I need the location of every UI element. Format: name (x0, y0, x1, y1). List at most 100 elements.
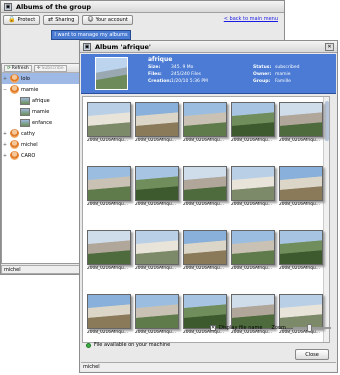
tree-item-afrique[interactable]: afrique (2, 95, 79, 106)
photo-grid: 2008_0216Afriqu... 2008_0216Afriqu... 2008… (82, 96, 330, 343)
tree-item-mamie[interactable]: − mamie (2, 84, 79, 95)
creation-label: Creation: (148, 79, 172, 84)
photo-image (135, 166, 179, 201)
close-icon[interactable]: ✕ (325, 43, 334, 51)
protect-button[interactable]: 🔒 Protect (3, 15, 41, 25)
refresh-button[interactable]: ⟳ Refresh (4, 64, 32, 72)
albums-window-title: Albums of the group (16, 2, 92, 11)
tree-item-label: CARO (21, 152, 36, 159)
photo-image (87, 230, 131, 265)
photo-image (231, 230, 275, 265)
photo-image (87, 166, 131, 201)
file-available-text: File available on your machine (94, 342, 171, 348)
photo-thumbnail[interactable]: 2008_0216Afriqu... (135, 102, 181, 143)
expand-toggle-icon[interactable]: + (2, 76, 8, 82)
user-icon (10, 74, 19, 83)
manage-albums-button[interactable]: I want to manage my albums (51, 30, 131, 40)
expand-toggle-icon[interactable]: + (2, 153, 8, 159)
window-app-icon: ▣ (4, 2, 12, 11)
owner-value: mamie (275, 72, 291, 77)
tree-item-label: afrique (32, 97, 50, 104)
photo-thumbnail[interactable]: 2008_0216Afriqu... (87, 294, 133, 335)
refresh-icon: ⟳ (7, 65, 11, 71)
album-cover-image (95, 57, 128, 90)
group-label: Group: (253, 79, 271, 84)
albums-window-titlebar[interactable]: ▣ Albums of the group (1, 1, 284, 13)
photo-file-name: 2008_0216Afriqu... (135, 266, 176, 271)
tree-item-label: cathy (21, 130, 35, 137)
photo-thumbnail[interactable]: 2008_0216Afriqu... (231, 102, 277, 143)
share-icon: ⇄ (48, 16, 54, 23)
creation-value: 1/20/10 5:36 PM (171, 79, 208, 84)
expand-toggle-icon[interactable]: + (2, 142, 8, 148)
photo-image (87, 294, 131, 329)
photo-image (183, 230, 227, 265)
subscribe-button[interactable]: ✚ Subscribe (33, 64, 67, 72)
user-icon (10, 129, 19, 138)
photo-image (231, 102, 275, 137)
lock-icon: 🔒 (8, 16, 16, 23)
photo-thumbnail[interactable]: 2008_0216Afriqu... (183, 166, 229, 207)
tree-item-label: enfance (32, 119, 53, 126)
photo-thumbnail[interactable]: 2008_0216Afriqu... (279, 102, 325, 143)
album-status-bar: michel (81, 362, 336, 371)
sharing-button[interactable]: ⇄ Sharing (43, 15, 80, 25)
photo-thumbnail[interactable]: 2008_0216Afriqu... (135, 230, 181, 271)
user-icon (10, 151, 19, 160)
tree-item-lolo[interactable]: + lolo (2, 73, 79, 84)
tree-item-cathy[interactable]: + cathy (2, 128, 79, 139)
status-value: subscribed (275, 65, 300, 70)
back-to-main-menu-link[interactable]: < back to main menu (224, 16, 278, 22)
photo-image (87, 102, 131, 137)
your-account-button[interactable]: ☺ Your account (82, 15, 133, 25)
photo-file-name: 2008_0216Afriqu... (135, 138, 176, 143)
photo-thumbnail[interactable]: 2008_0216Afriqu... (231, 230, 277, 271)
tree-item-label: michel (21, 141, 38, 148)
photo-file-name: 2008_0216Afriqu... (279, 138, 320, 143)
expand-toggle-icon[interactable]: + (2, 131, 8, 137)
zoom-slider[interactable] (292, 324, 331, 332)
subscribe-icon: ✚ (36, 65, 41, 71)
photo-thumbnail[interactable]: 2008_0216Afriqu... (135, 294, 181, 335)
photo-thumbnail[interactable]: 2008_0216Afriqu... (87, 102, 133, 143)
expand-toggle-icon[interactable]: − (2, 87, 8, 93)
photo-thumbnail[interactable]: 2008_0216Afriqu... (231, 166, 277, 207)
display-file-name-label: Display file name (219, 325, 263, 331)
photo-thumbnail[interactable]: 2008_0216Afriqu... (87, 230, 133, 271)
photo-thumbnail[interactable]: 2008_0216Afriqu... (135, 166, 181, 207)
photo-image (231, 294, 275, 329)
photo-image (279, 294, 323, 329)
photo-image (135, 294, 179, 329)
photo-image (183, 294, 227, 329)
tree-item-michel[interactable]: + michel (2, 139, 79, 150)
photo-thumbnail[interactable]: 2008_0216Afriqu... (183, 102, 229, 143)
tree-item-label: mamie (21, 86, 39, 93)
photo-thumbnail[interactable]: 2008_0216Afriqu... (279, 230, 325, 271)
photo-file-name: 2008_0216Afriqu... (87, 202, 128, 207)
tree-item-mamie[interactable]: mamie (2, 106, 79, 117)
close-button[interactable]: Close (295, 349, 329, 360)
user-icon (10, 85, 19, 94)
photo-thumbnail[interactable]: 2008_0216Afriqu... (87, 166, 133, 207)
size-value: 345. 9 Mo (171, 65, 194, 70)
photo-file-name: 2008_0216Afriqu... (87, 330, 128, 335)
photo-thumbnail[interactable]: 2008_0216Afriqu... (279, 166, 325, 207)
photo-image (135, 102, 179, 137)
photo-image (183, 166, 227, 201)
album-name: afrique (148, 56, 173, 63)
left-status-bar: michel (1, 265, 80, 274)
photo-image (279, 230, 323, 265)
photo-image (279, 166, 323, 201)
photo-thumbnail[interactable]: 2008_0216Afriqu... (183, 230, 229, 271)
files-value: 245/240 Files (171, 72, 201, 77)
tree-item-enfance[interactable]: enfance (2, 117, 79, 128)
album-thumbnail-icon (20, 107, 30, 116)
photo-image (183, 102, 227, 137)
photo-file-name: 2008_0216Afriqu... (135, 202, 176, 207)
album-window-titlebar[interactable]: ▣ Album 'afrique' (80, 41, 337, 53)
photo-file-name: 2008_0216Afriqu... (279, 202, 320, 207)
display-file-name-checkbox[interactable]: ✕ (210, 325, 216, 331)
user-icon: ☺ (87, 16, 94, 23)
tree-item-caro[interactable]: + CARO (2, 150, 79, 161)
album-info-panel: afrique Size: Files: Creation: 345. 9 Mo… (81, 54, 336, 94)
